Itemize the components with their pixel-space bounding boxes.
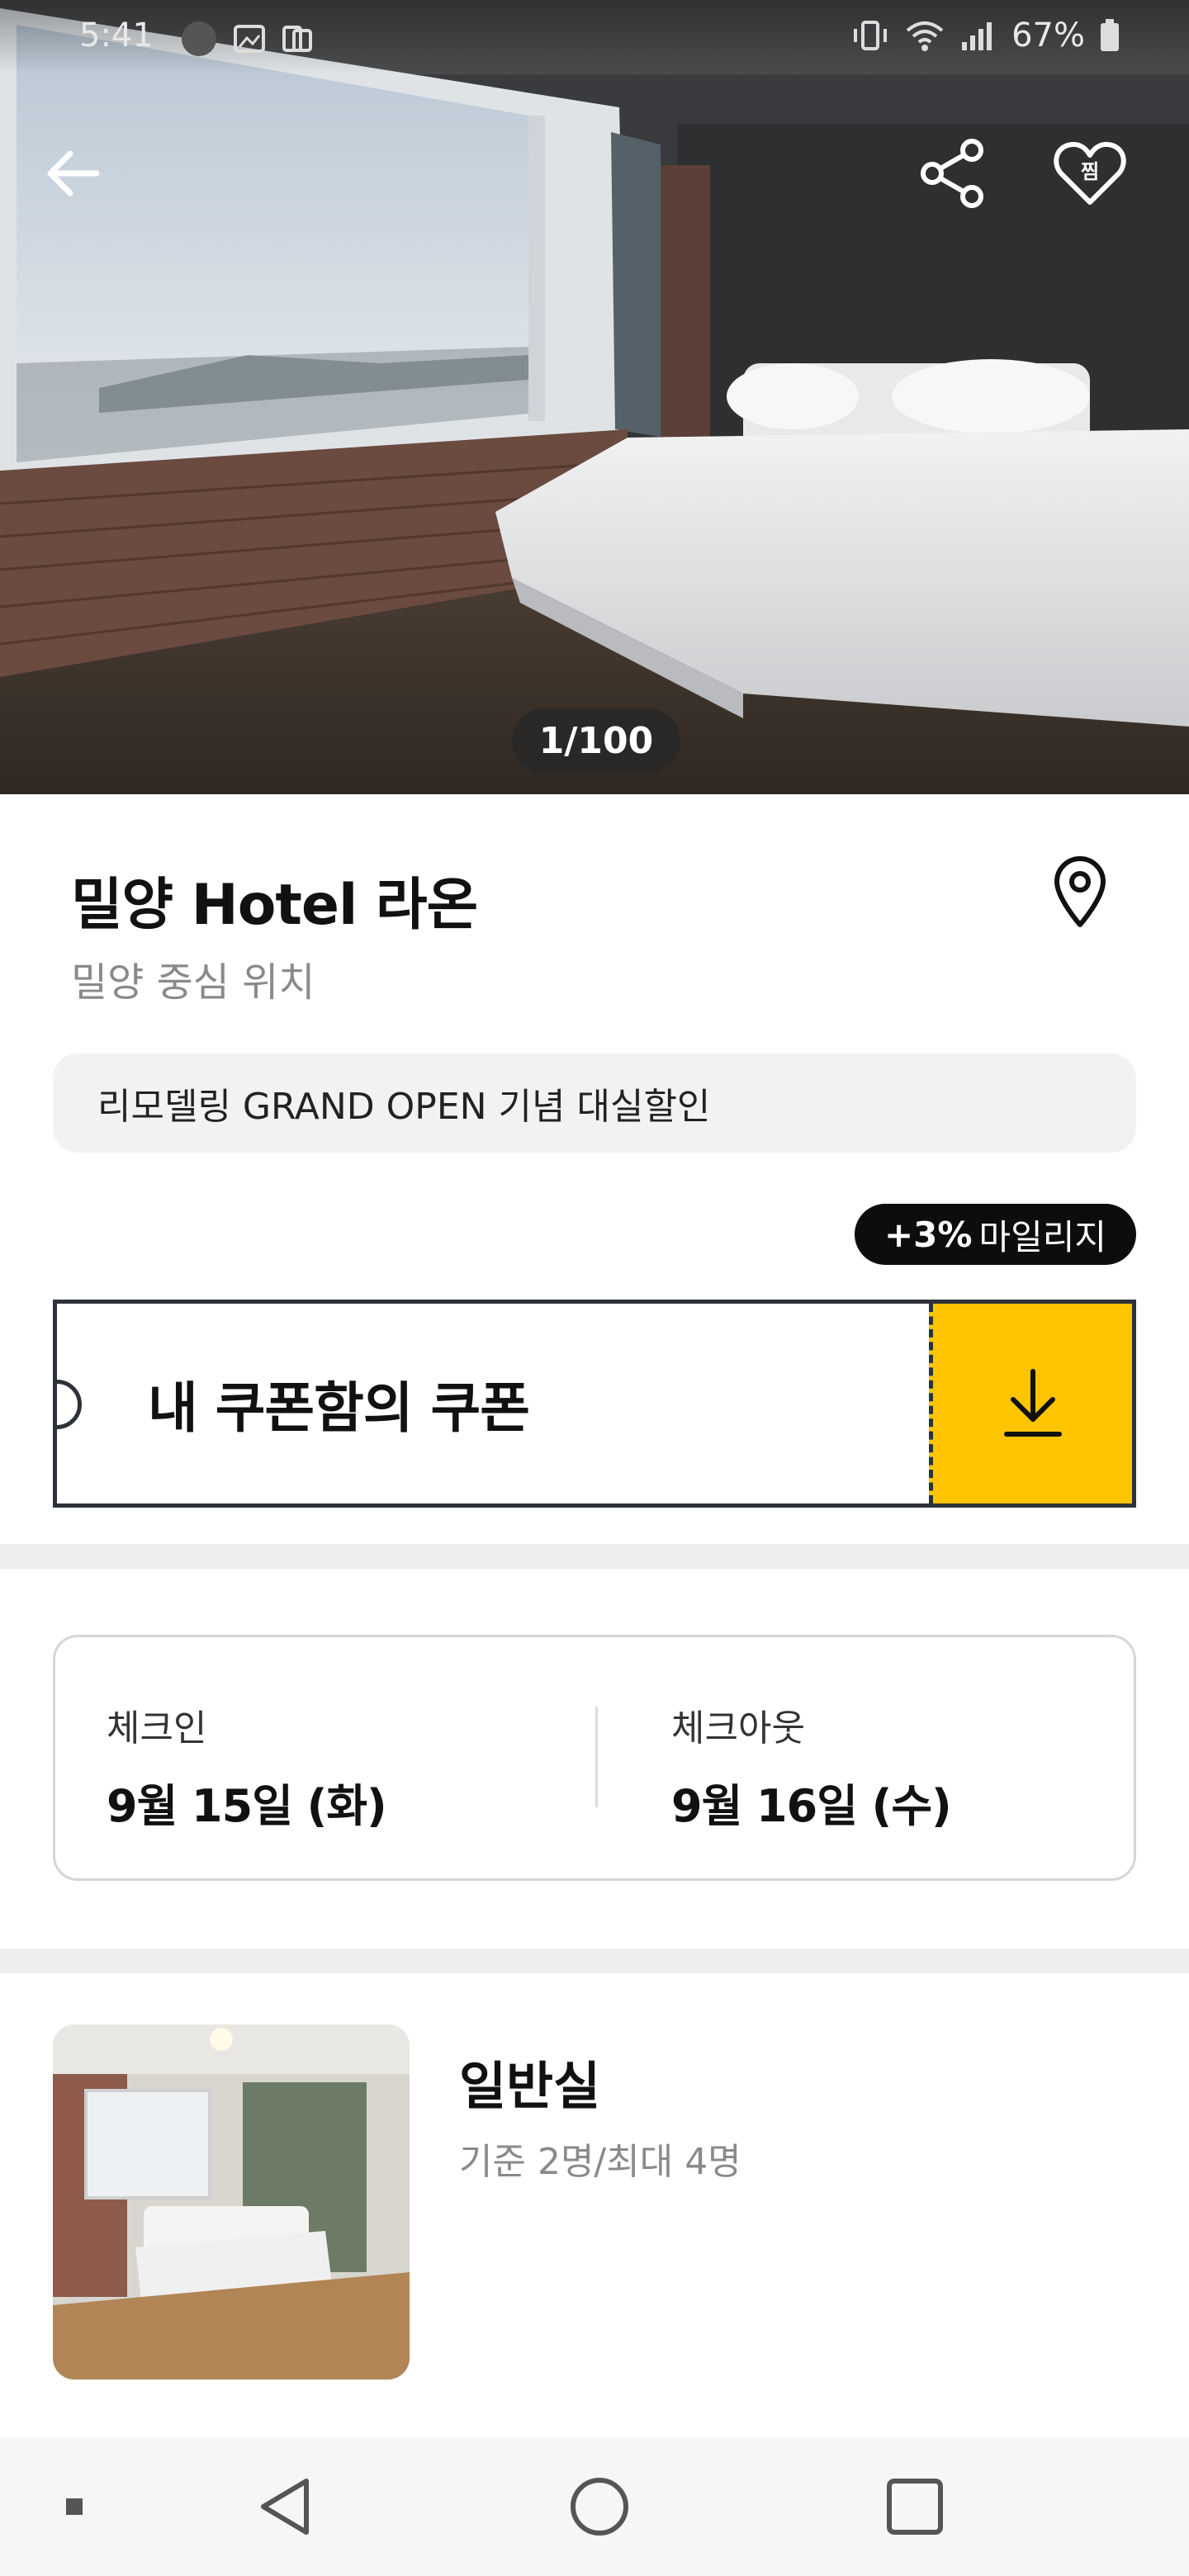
download-icon: [1003, 1369, 1062, 1437]
nav-home-icon: [571, 2478, 628, 2536]
status-time: 5:41: [79, 17, 154, 54]
nav-back-icon: [261, 2479, 309, 2535]
stay-dates-card[interactable]: 체크인 9월 15일 (화) 체크아웃 9월 16일 (수): [53, 1635, 1136, 1881]
heart-icon: 찜: [1054, 141, 1126, 205]
app-notification-icon: [182, 21, 216, 56]
checkin-date: 9월 15일 (화): [107, 1780, 387, 1832]
checkin-block[interactable]: 체크인 9월 15일 (화): [107, 1698, 387, 1835]
checkout-date: 9월 16일 (수): [671, 1780, 952, 1832]
battery-percent: 67%: [1011, 17, 1085, 54]
map-button[interactable]: [1047, 855, 1113, 930]
checkout-block[interactable]: 체크아웃 9월 16일 (수): [671, 1698, 952, 1835]
map-pin-icon: [1054, 856, 1106, 927]
promo-notice: 리모델링 GRAND OPEN 기념 대실할인: [53, 1054, 1136, 1153]
status-bar: 5:41 67%: [0, 0, 1189, 74]
mileage-percent: +3%: [883, 1214, 973, 1255]
coupon-label: 내 쿠폰함의 쿠폰: [148, 1376, 530, 1440]
nav-dot-button[interactable]: [50, 2437, 99, 2576]
mileage-badge: +3% 마일리지: [854, 1204, 1136, 1265]
checkin-label: 체크인: [107, 1707, 207, 1750]
back-arrow-icon: [47, 150, 100, 197]
hero-photo-gallery[interactable]: 5:41 67% 찜 1/100: [0, 0, 1189, 794]
nav-home-button[interactable]: [558, 2437, 641, 2576]
room-thumbnail[interactable]: [53, 2024, 410, 2379]
promo-notice-text: 리모델링 GRAND OPEN 기념 대실할인: [97, 1086, 711, 1128]
photo-counter: 1/100: [512, 708, 680, 773]
hotel-name: 밀양 Hotel 라온: [71, 873, 478, 938]
mileage-label: 마일리지: [978, 1216, 1106, 1257]
status-system-icons: 67%: [851, 17, 1120, 54]
nav-recents-button[interactable]: [874, 2437, 956, 2576]
room-capacity: 기준 2명/최대 4명: [459, 2141, 741, 2183]
small-square-icon: [66, 2498, 83, 2515]
room-photo: [53, 2024, 410, 2379]
hotel-location-summary: 밀양 중심 위치: [71, 959, 315, 1006]
wifi-icon: [906, 21, 944, 51]
coupon-banner[interactable]: 내 쿠폰함의 쿠폰: [53, 1300, 1136, 1508]
vibrate-icon: [854, 21, 888, 50]
nav-recents-icon: [887, 2479, 943, 2535]
gallery-notification-icon: [234, 25, 265, 53]
battery-icon: [1101, 19, 1119, 51]
nav-back-button[interactable]: [244, 2437, 327, 2576]
checkout-label: 체크아웃: [671, 1707, 805, 1750]
share-button[interactable]: [912, 132, 994, 215]
favorite-text: 찜: [1081, 160, 1099, 183]
room-name: 일반실: [459, 2056, 601, 2116]
signal-icon: [962, 22, 992, 50]
status-notification-icons: [180, 20, 314, 58]
favorite-button[interactable]: 찜: [1049, 132, 1131, 215]
date-separator: [595, 1707, 598, 1807]
coupon-notch: [57, 1380, 82, 1429]
section-divider: [0, 1544, 1189, 1569]
system-nav-bar: [0, 2437, 1189, 2576]
hotel-room-photo: [0, 0, 1189, 794]
section-divider: [0, 1949, 1189, 1973]
share-icon: [921, 139, 983, 208]
cards-notification-icon: [282, 26, 312, 52]
coupon-download-button[interactable]: [929, 1304, 1132, 1503]
back-button[interactable]: [36, 137, 109, 210]
